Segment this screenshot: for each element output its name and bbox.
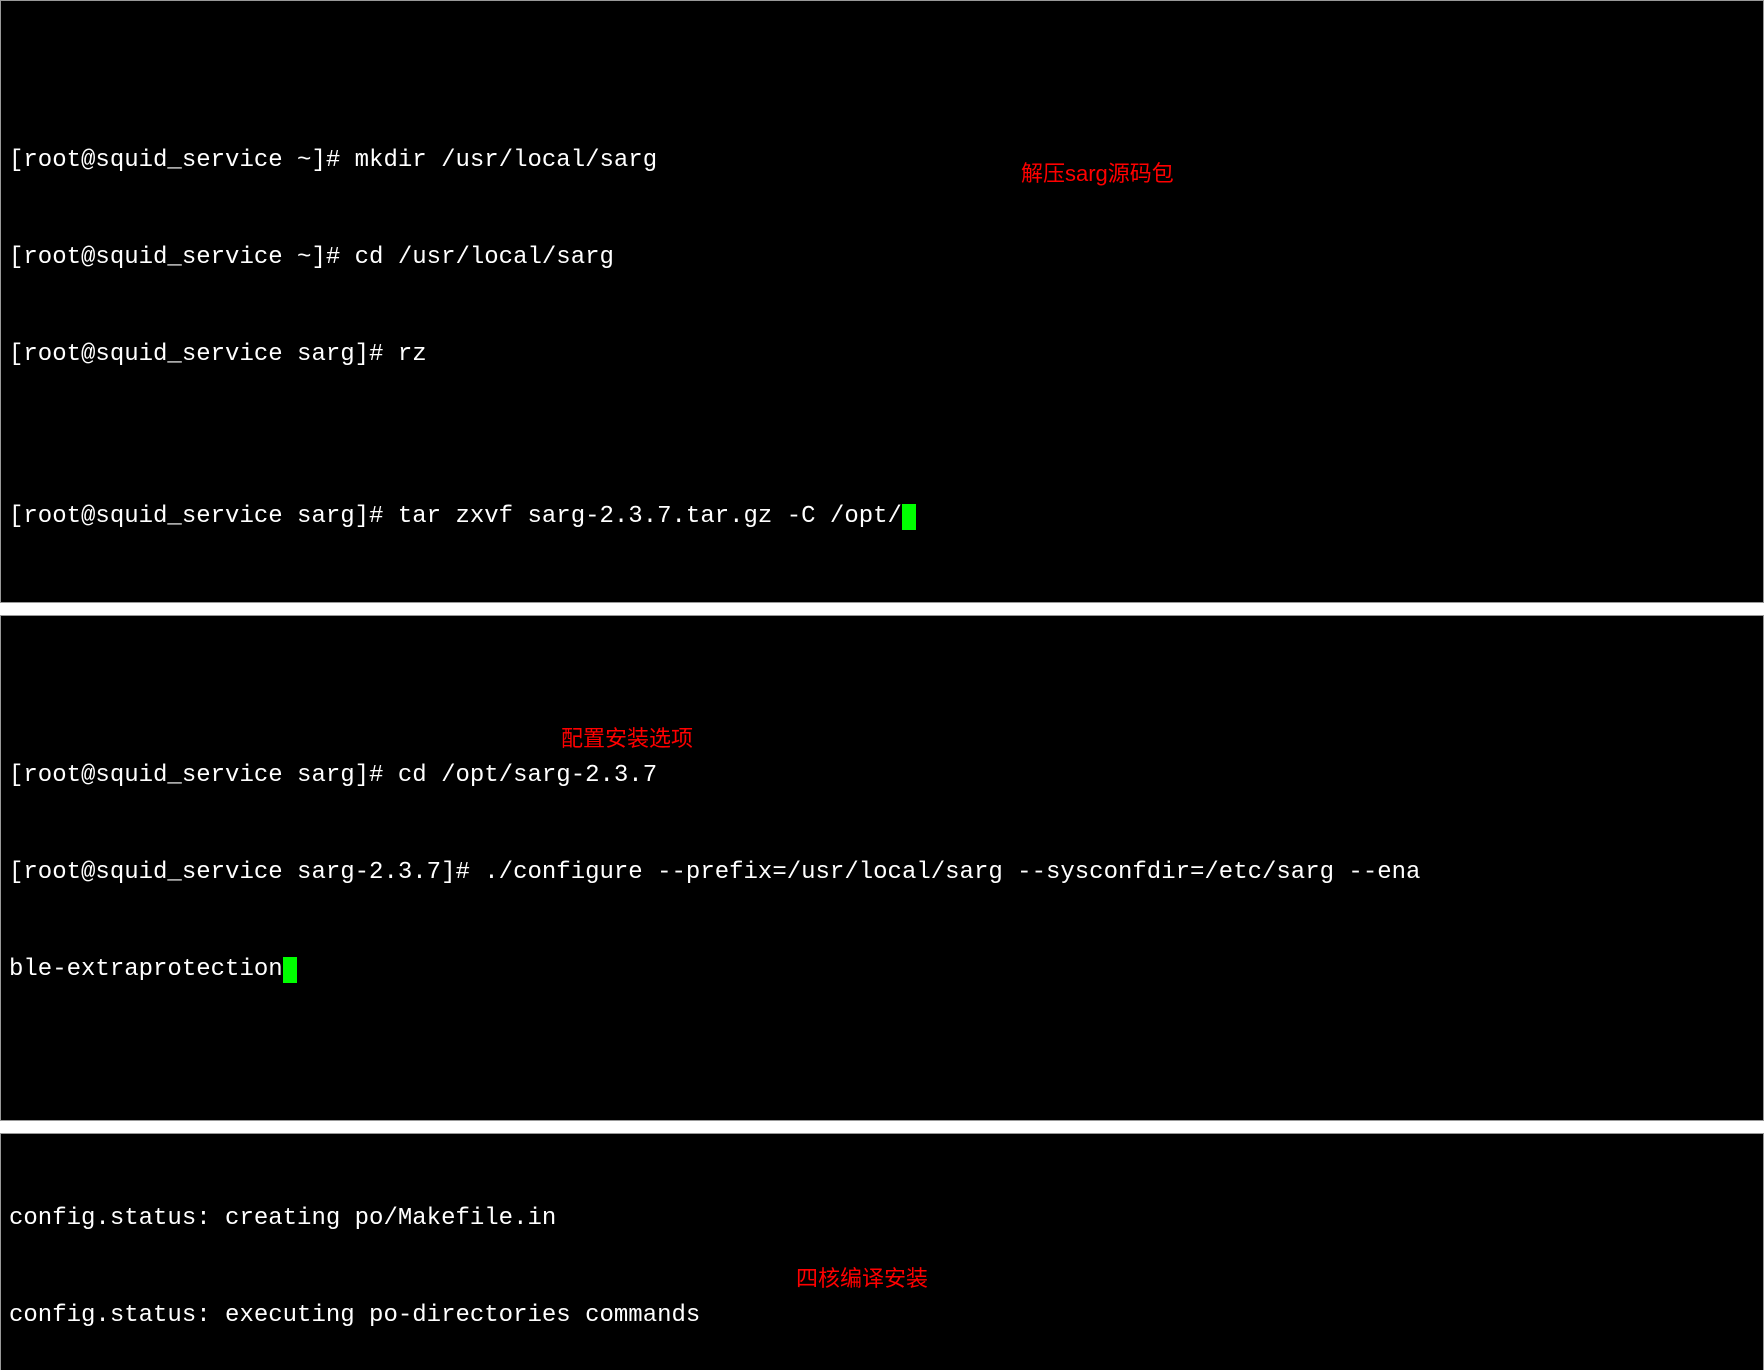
- term-line: [root@squid_service sarg]# rz: [9, 339, 1755, 371]
- term-line: [root@squid_service sarg]# cd /opt/sarg-…: [9, 760, 1755, 792]
- term-line: [root@squid_service ~]# mkdir /usr/local…: [9, 145, 1755, 177]
- cursor-icon: [902, 504, 916, 530]
- partial-line-top: complete.: [9, 66, 1755, 80]
- term-line: config.status: executing po-directories …: [9, 1300, 1755, 1332]
- term-text: [root@squid_service sarg]# tar zxvf sarg…: [9, 503, 902, 530]
- term-line: [root@squid_service sarg-2.3.7]# ./confi…: [9, 857, 1755, 889]
- term-line: ble-extraprotection: [9, 954, 1755, 986]
- terminal-block-2[interactable]: sarg-2.3.7/configure [root@squid_service…: [0, 615, 1764, 1121]
- annotation-label: 配置安装选项: [561, 724, 693, 754]
- term-line: [root@squid_service ~]# cd /usr/local/sa…: [9, 242, 1755, 274]
- term-line: [root@squid_service sarg]# tar zxvf sarg…: [9, 501, 1755, 533]
- partial-line-top: sarg-2.3.7/configure: [9, 681, 1755, 695]
- term-text: ble-extraprotection: [9, 956, 283, 983]
- terminal-block-1[interactable]: complete. [root@squid_service ~]# mkdir …: [0, 0, 1764, 603]
- terminal-block-3[interactable]: config.status: creating po/Makefile.in c…: [0, 1133, 1764, 1370]
- annotation-label: 四核编译安装: [796, 1264, 928, 1294]
- annotation-label: 解压sarg源码包: [1021, 159, 1174, 189]
- term-line: config.status: creating po/Makefile.in: [9, 1203, 1755, 1235]
- cursor-icon: [283, 957, 297, 983]
